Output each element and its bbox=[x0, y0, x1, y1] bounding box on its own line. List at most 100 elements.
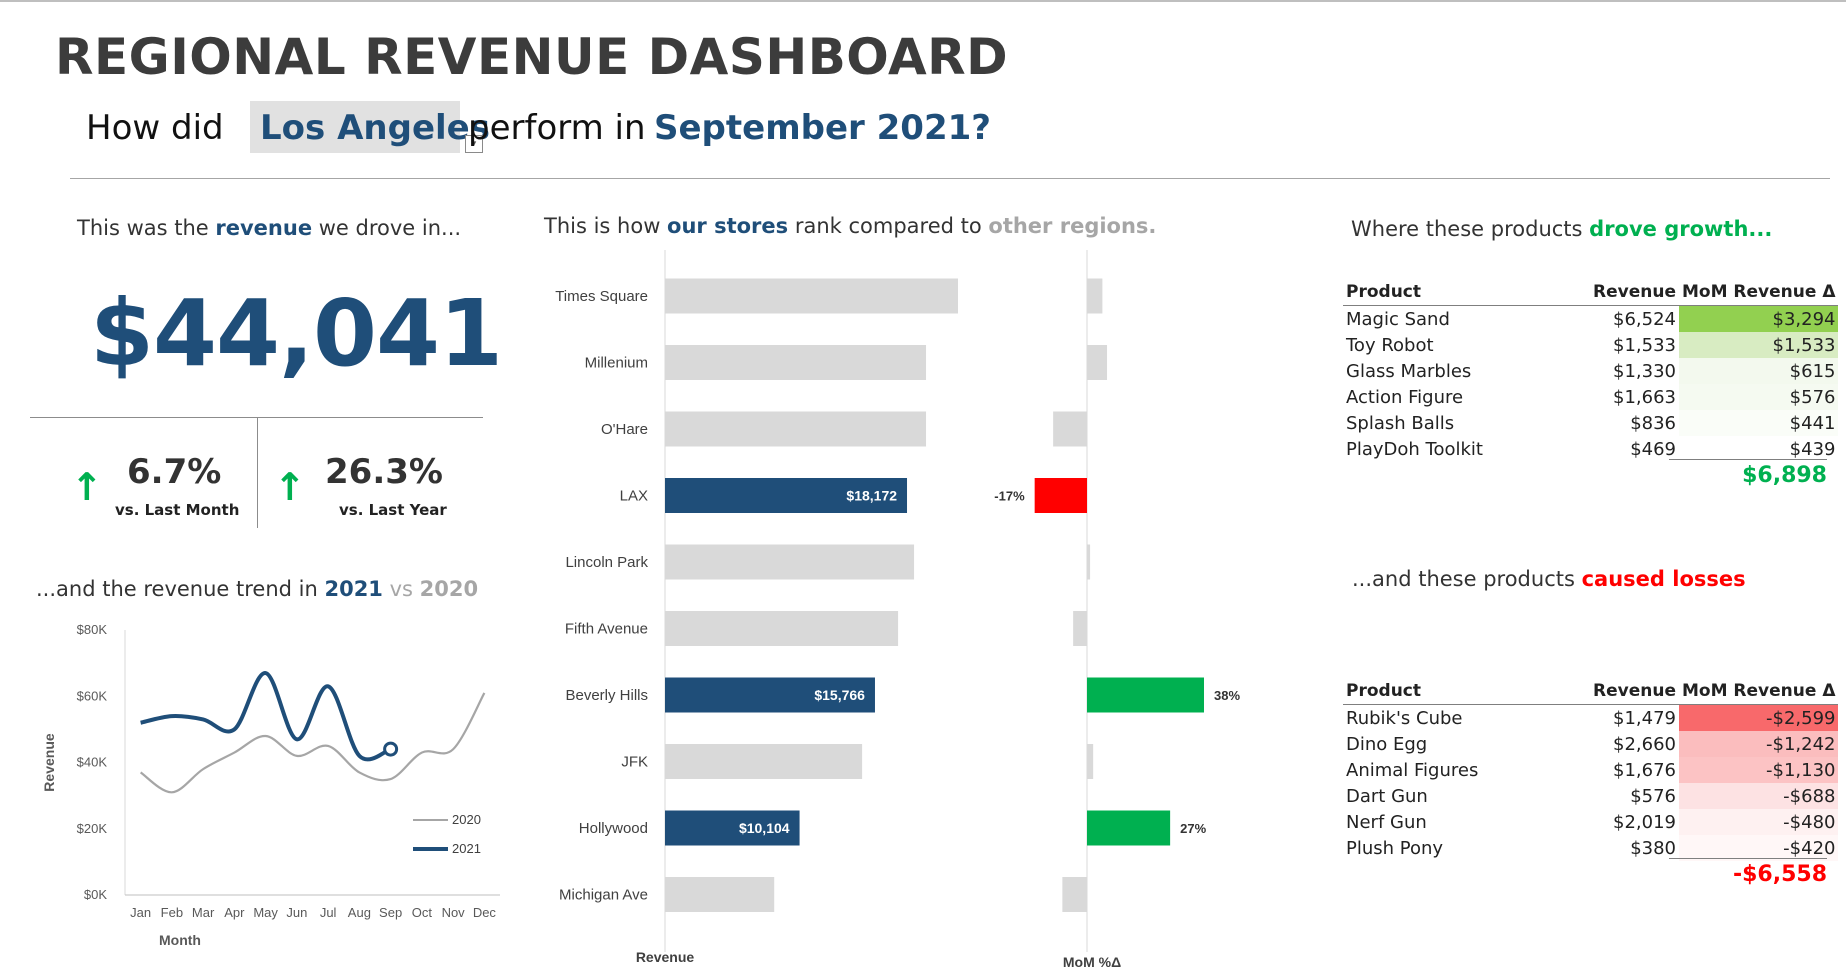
revenue-trend-chart: $0K $20K $40K $60K $80K Jan Feb Mar Apr May Jun Jul… bbox=[41, 622, 500, 948]
mom-value-label: -17% bbox=[994, 489, 1025, 504]
x-tick-label: Mar bbox=[192, 905, 215, 920]
cell-product: PlayDoh Toolkit bbox=[1346, 438, 1483, 460]
latest-point-marker bbox=[383, 741, 399, 757]
mom-bar bbox=[1073, 611, 1087, 646]
mom-percent: 6.7% bbox=[127, 452, 222, 492]
revenue-bar bbox=[665, 411, 927, 447]
growth-total: $6,898 bbox=[1742, 463, 1827, 488]
revenue-bar bbox=[665, 744, 863, 779]
mom-bar bbox=[1087, 810, 1171, 846]
col-product: Product bbox=[1343, 279, 1577, 306]
store-label: Times Square bbox=[555, 288, 648, 305]
cell-delta: -$688 bbox=[1679, 783, 1839, 809]
loss-total: -$6,558 bbox=[1732, 862, 1827, 887]
total-revenue-value: $44,041 bbox=[90, 280, 503, 387]
cell-delta: $615 bbox=[1679, 358, 1839, 384]
store-label: Lincoln Park bbox=[565, 554, 648, 571]
store-label: JFK bbox=[621, 754, 648, 771]
top-border bbox=[0, 0, 1846, 2]
loss-total-line bbox=[1669, 858, 1827, 859]
store-label: Fifth Avenue bbox=[565, 621, 648, 638]
x-tick-label: Apr bbox=[224, 905, 245, 920]
cell-product: Splash Balls bbox=[1346, 412, 1455, 434]
question-middle: perform in bbox=[468, 108, 646, 148]
cell-revenue: $6,524 bbox=[1613, 308, 1676, 330]
mom-bar bbox=[1053, 411, 1087, 447]
mom-bar bbox=[1087, 544, 1091, 580]
mom-up-arrow-icon: ↑ bbox=[71, 465, 103, 509]
cell-product: Nerf Gun bbox=[1346, 811, 1427, 833]
table-row: Action Figure $1,663 $576 bbox=[1343, 384, 1839, 410]
x-tick-label: Jun bbox=[286, 905, 307, 920]
loss-section-heading: ...and these products caused losses bbox=[1352, 567, 1746, 591]
y-tick-label: $20K bbox=[77, 821, 108, 836]
cell-revenue: $836 bbox=[1630, 412, 1676, 434]
x-tick-label: Jul bbox=[320, 905, 337, 920]
y-axis-title: Revenue bbox=[41, 733, 57, 792]
table-row: Dart Gun $576 -$688 bbox=[1343, 783, 1839, 809]
cell-revenue: $1,330 bbox=[1613, 360, 1676, 382]
revenue-bar bbox=[665, 877, 775, 912]
cell-delta: $1,533 bbox=[1679, 332, 1839, 358]
cell-product: Animal Figures bbox=[1346, 759, 1479, 781]
table-row: Splash Balls $836 $441 bbox=[1343, 410, 1839, 436]
cell-revenue: $576 bbox=[1630, 785, 1676, 807]
revenue-axis-title: Revenue bbox=[636, 949, 695, 965]
cell-delta: -$1,242 bbox=[1679, 731, 1839, 757]
store-label: Michigan Ave bbox=[559, 887, 648, 904]
x-tick-label: Feb bbox=[161, 905, 183, 920]
x-tick-label: Jan bbox=[130, 905, 151, 920]
cell-product: Action Figure bbox=[1346, 386, 1464, 408]
cell-delta: -$1,130 bbox=[1679, 757, 1839, 783]
store-label: Beverly Hills bbox=[565, 687, 648, 704]
yoy-label: vs. Last Year bbox=[339, 501, 447, 519]
col-mom-delta: MoM Revenue Δ bbox=[1679, 678, 1839, 705]
mom-label: vs. Last Month bbox=[115, 501, 240, 519]
x-tick-label: Oct bbox=[412, 905, 433, 920]
cell-delta: $576 bbox=[1679, 384, 1839, 410]
x-tick-label: Dec bbox=[473, 905, 497, 920]
cell-product: Toy Robot bbox=[1346, 334, 1434, 356]
mom-value-label: 27% bbox=[1180, 821, 1206, 836]
cell-revenue: $2,019 bbox=[1613, 811, 1676, 833]
mom-bar bbox=[1087, 677, 1204, 713]
table-row: Toy Robot $1,533 $1,533 bbox=[1343, 332, 1839, 358]
mom-bar bbox=[1087, 278, 1103, 314]
y-tick-label: $60K bbox=[77, 688, 108, 703]
yoy-percent: 26.3% bbox=[325, 452, 443, 492]
mom-bar bbox=[1087, 744, 1094, 779]
table-row: Magic Sand $6,524 $3,294 bbox=[1343, 305, 1839, 332]
mom-bar bbox=[1034, 478, 1087, 513]
growth-section-heading: Where these products drove growth... bbox=[1351, 217, 1773, 241]
store-label: LAX bbox=[620, 488, 648, 505]
x-tick-label: Nov bbox=[442, 905, 466, 920]
cell-product: Dino Egg bbox=[1346, 733, 1428, 755]
cell-revenue: $1,533 bbox=[1613, 334, 1676, 356]
table-row: Animal Figures $1,676 -$1,130 bbox=[1343, 757, 1839, 783]
cell-revenue: $1,676 bbox=[1613, 759, 1676, 781]
dashboard-title: REGIONAL REVENUE DASHBOARD bbox=[55, 28, 1009, 86]
mom-axis-title: MoM %Δ bbox=[1063, 954, 1121, 970]
period-value: September 2021? bbox=[654, 108, 991, 148]
x-tick-label: May bbox=[253, 905, 278, 920]
y-tick-label: $80K bbox=[77, 622, 108, 637]
legend-label-2021: 2021 bbox=[452, 841, 481, 856]
col-mom-delta: MoM Revenue Δ bbox=[1679, 279, 1839, 306]
store-label: Hollywood bbox=[579, 820, 648, 837]
revenue-bar bbox=[665, 345, 927, 380]
kpi-divider-vertical bbox=[257, 418, 258, 528]
table-row: Dino Egg $2,660 -$1,242 bbox=[1343, 731, 1839, 757]
header-divider bbox=[70, 178, 1830, 179]
revenue-bar bbox=[665, 278, 958, 314]
region-value[interactable]: Los Angeles bbox=[260, 108, 490, 148]
col-product: Product bbox=[1343, 678, 1577, 705]
growth-total-line bbox=[1669, 459, 1827, 460]
mom-bar bbox=[1062, 877, 1087, 912]
x-axis-title: Month bbox=[159, 932, 201, 948]
y-tick-label: $0K bbox=[84, 887, 107, 902]
table-row: Nerf Gun $2,019 -$480 bbox=[1343, 809, 1839, 835]
store-rank-chart: Times Square Millenium O'Hare LAX $18,172 -17… bbox=[555, 250, 1240, 970]
revenue-value-label: $18,172 bbox=[846, 488, 897, 504]
revenue-bar bbox=[665, 611, 899, 646]
revenue-bar bbox=[665, 544, 915, 580]
